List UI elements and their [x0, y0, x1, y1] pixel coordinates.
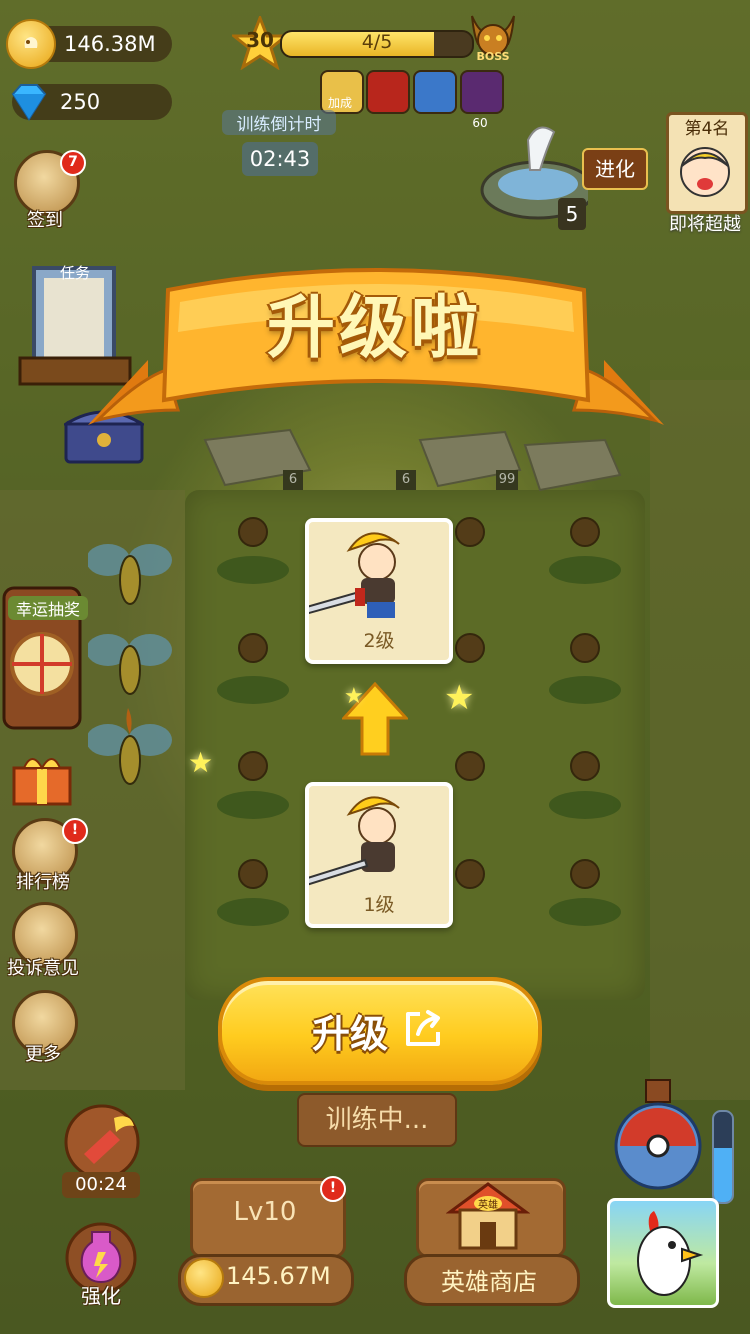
energy-gauge: [712, 1110, 734, 1204]
rank-title: 第4名: [684, 119, 730, 139]
bonus-buff-label: 加成: [327, 96, 352, 110]
evolve-count: 5: [558, 198, 586, 230]
leaderboard-label: 排行榜: [16, 872, 70, 893]
coin-icon: [184, 1258, 224, 1298]
buy-hero-cost: 145.67M: [226, 1262, 331, 1290]
more-label: 更多: [25, 1044, 61, 1065]
gift-box-icon[interactable]: [10, 748, 74, 808]
hero-level-value: Lv10: [233, 1197, 297, 1227]
energy-gauge-fill: [714, 1148, 732, 1202]
lucky-draw-label: 幸运抽奖: [8, 596, 88, 620]
level-panel-badge: !: [320, 1176, 346, 1202]
upgrade-button-label: 升级: [311, 1012, 388, 1056]
slot-count-3: 99: [496, 470, 518, 490]
checkin-label: 签到: [27, 210, 63, 231]
diamond-icon: [6, 79, 52, 125]
speedup-potion-icon[interactable]: [54, 1102, 150, 1178]
rival-avatar-icon: [680, 147, 730, 197]
training-countdown-time: 02:43: [242, 142, 318, 176]
evolve-button[interactable]: 进化: [582, 148, 648, 190]
arrow-buff-icon[interactable]: [366, 70, 410, 114]
monster-buff-icon[interactable]: [460, 70, 504, 114]
hero-swordsman-icon: [287, 532, 400, 620]
sparkle-star-icon: ★: [444, 678, 475, 718]
level-progress-text: 4/5: [361, 31, 393, 53]
gem-amount: 250: [60, 90, 101, 114]
strengthen-label: 强化: [81, 1284, 121, 1308]
ad-chicken-thumbnail[interactable]: [607, 1198, 719, 1308]
sparkle-star-icon: ★: [188, 746, 214, 779]
coin-icon: [6, 19, 56, 69]
gold-amount: 146.38M: [64, 32, 156, 56]
gem-counter[interactable]: 250: [11, 84, 172, 121]
pokeball-potion-icon[interactable]: [610, 1076, 706, 1196]
training-countdown-title: 训练倒计时: [222, 110, 336, 135]
boss-label: BOSS: [476, 50, 510, 63]
level-up-title: 升级啦: [266, 289, 483, 368]
shop-house-icon: [446, 1182, 530, 1250]
shop-sign: 英雄: [474, 1196, 502, 1211]
slot-count-1: 6: [283, 470, 303, 490]
sword-buff-icon[interactable]: [413, 70, 457, 114]
training-status: 训练中...: [297, 1093, 457, 1147]
feedback-label: 投诉意见: [7, 958, 79, 979]
gold-counter[interactable]: 146.38M: [6, 19, 172, 69]
boost-timer: 00:24: [62, 1172, 140, 1198]
chicken-icon: [637, 1211, 704, 1296]
level-before-label: 1级: [363, 894, 395, 916]
sparkle-star-icon: ★: [344, 684, 364, 709]
hero-swordsman-icon: [293, 796, 400, 890]
share-icon: [406, 1010, 440, 1046]
rank-subtitle: 即将超越: [669, 214, 741, 235]
leaderboard-badge: !: [62, 818, 88, 844]
checkin-badge: 7: [60, 150, 86, 176]
level-after-label: 2级: [363, 630, 395, 652]
slot-count-2: 6: [396, 470, 416, 490]
hero-shop-label: 英雄商店: [441, 1268, 537, 1296]
